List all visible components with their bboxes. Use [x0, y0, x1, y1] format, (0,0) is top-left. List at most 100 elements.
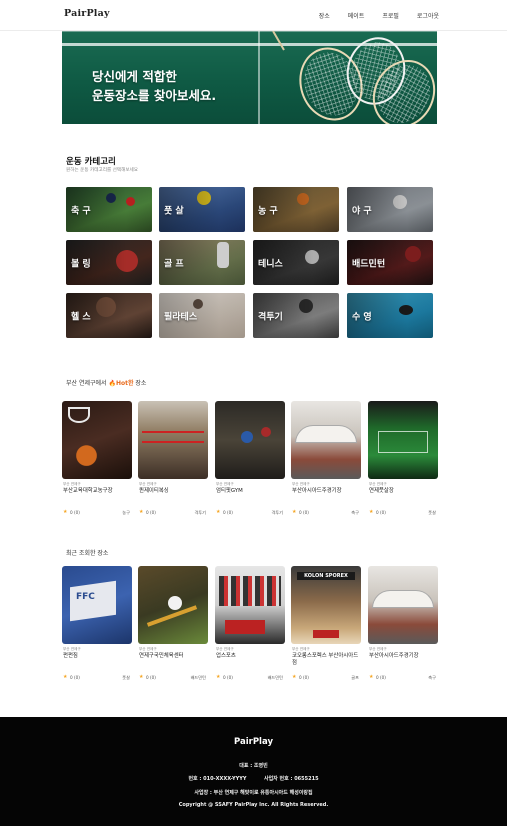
net-post — [258, 31, 260, 124]
fire-icon: 🔥 — [108, 380, 116, 387]
category-golf[interactable]: 골 프 — [159, 240, 245, 285]
place-rating: 0 (0) — [146, 510, 156, 515]
place-name: 엄티핏GYM — [216, 488, 243, 494]
hot-word: Hot한 — [115, 380, 134, 387]
place-category: 배드민턴 — [267, 675, 283, 680]
category-bowling[interactable]: 볼 링 — [66, 240, 152, 285]
category-tennis[interactable]: 테니스 — [253, 240, 339, 285]
place-category: 배드민턴 — [190, 675, 206, 680]
star-icon: ★ — [216, 674, 221, 680]
main-nav: 장소 메이트 프로필 로그아웃 — [301, 11, 439, 20]
star-icon: ★ — [63, 674, 68, 680]
place-image — [138, 401, 208, 479]
place-rating: 0 (0) — [223, 510, 233, 515]
nav-profile[interactable]: 프로필 — [382, 11, 399, 20]
category-label: 테니스 — [258, 259, 283, 269]
category-label: 필라테스 — [164, 312, 198, 322]
place-image — [368, 566, 438, 644]
nav-places[interactable]: 장소 — [319, 11, 330, 20]
place-card[interactable]: 부산 연제구 부산아시아드주경기장 ★ 0 (0) 축구 — [291, 401, 361, 519]
category-label: 농 구 — [258, 206, 278, 216]
place-category: 농구 — [122, 510, 130, 515]
place-rating: 0 (0) — [299, 510, 309, 515]
category-baseball[interactable]: 야 구 — [347, 187, 433, 232]
place-category: 격투기 — [194, 510, 206, 515]
place-category: 축구 — [351, 510, 359, 515]
star-icon: ★ — [216, 509, 221, 515]
category-gym[interactable]: 헬 스 — [66, 293, 152, 338]
hero-headline: 당신에게 적합한 운동장소를 찾아보세요. — [92, 67, 216, 105]
place-card[interactable]: KOLON SPOREX 부산 연제구 코오롱스포렉스 부산아시아드점 ★ 0 … — [291, 566, 361, 684]
place-address: 부산 연제구 — [139, 482, 157, 486]
place-name: 펀펀짐 — [63, 653, 78, 659]
footer-logo: PairPlay — [233, 737, 273, 747]
category-soccer[interactable]: 축 구 — [66, 187, 152, 232]
nav-mates[interactable]: 메이트 — [348, 11, 365, 20]
place-card[interactable]: FFC 부산 연제구 펀펀짐 ★ 0 (0) 풋살 — [62, 566, 132, 684]
place-address: 부산 연제구 — [216, 482, 234, 486]
place-rating: 0 (0) — [376, 675, 386, 680]
footer-copyright: Copyright @ SSAFY PairPlay Inc. All Righ… — [178, 802, 329, 808]
category-subtitle: 원하는 운동 카테고리를 선택해보세요 — [66, 168, 139, 173]
hero-line-2: 운동장소를 찾아보세요. — [92, 88, 217, 103]
place-image: KOLON SPOREX — [291, 566, 361, 644]
hot-prefix: 부산 연제구에서 — [66, 380, 109, 387]
category-label: 풋 살 — [164, 206, 184, 216]
place-name: 코오롱스포렉스 부산아시아드점 — [292, 653, 359, 666]
racket-handle — [272, 31, 285, 51]
category-futsal[interactable]: 풋 살 — [159, 187, 245, 232]
place-image — [62, 401, 132, 479]
place-category: 격투기 — [271, 510, 283, 515]
place-image — [368, 401, 438, 479]
hot-suffix: 장소 — [133, 380, 147, 387]
category-title: 운동 카테고리 — [66, 157, 116, 167]
category-badminton[interactable]: 배드민턴 — [347, 240, 433, 285]
place-address: 부산 연제구 — [63, 647, 81, 651]
place-rating: 0 (0) — [376, 510, 386, 515]
place-name: 연제구국민체육센터 — [139, 653, 184, 659]
category-label: 헬 스 — [71, 312, 91, 322]
place-image — [291, 401, 361, 479]
recent-section-title: 최근 조회한 장소 — [66, 550, 109, 557]
category-label: 골 프 — [164, 259, 184, 269]
category-basketball[interactable]: 농 구 — [253, 187, 339, 232]
hero-line-1: 당신에게 적합한 — [92, 69, 177, 84]
site-footer: PairPlay 대표 : 조영빈 번호 : 010-XXXX-YYYY 사업자… — [0, 717, 507, 826]
category-swimming[interactable]: 수 영 — [347, 293, 433, 338]
place-image — [138, 566, 208, 644]
place-card[interactable]: 부산 연제구 연제풋살장 ★ 0 (0) 풋살 — [368, 401, 438, 519]
place-category: 풋살 — [428, 510, 436, 515]
hero-banner: 당신에게 적합한 운동장소를 찾아보세요. — [62, 31, 437, 124]
category-label: 볼 링 — [71, 259, 91, 269]
category-pilates[interactable]: 필라테스 — [159, 293, 245, 338]
site-logo[interactable]: PairPlay — [64, 8, 110, 19]
hot-section-title: 부산 연제구에서 🔥Hot한 장소 — [66, 378, 146, 387]
place-card[interactable]: 부산 연제구 연제구국민체육센터 ★ 0 (0) 배드민턴 — [138, 566, 208, 684]
site-header: PairPlay 장소 메이트 프로필 로그아웃 — [0, 0, 507, 31]
place-card[interactable]: 부산 연제구 업스포츠 ★ 0 (0) 배드민턴 — [215, 566, 285, 684]
place-address: 부산 연제구 — [292, 647, 310, 651]
star-icon: ★ — [292, 674, 297, 680]
category-martial-arts[interactable]: 격투기 — [253, 293, 339, 338]
footer-contact: 번호 : 010-XXXX-YYYY 사업자 번호 : 0655215 — [0, 775, 507, 782]
place-image — [215, 401, 285, 479]
footer-phone: 번호 : 010-XXXX-YYYY — [188, 776, 247, 782]
place-card[interactable]: 부산 연제구 엄티핏GYM ★ 0 (0) 격투기 — [215, 401, 285, 519]
category-label: 축 구 — [71, 206, 91, 216]
footer-address: 사업장 : 부산 연제구 해맞이로 유통아시아드 해성이랑집 — [194, 790, 313, 796]
category-label: 배드민턴 — [352, 259, 386, 269]
place-category: 축구 — [428, 675, 436, 680]
star-icon: ★ — [369, 509, 374, 515]
star-icon: ★ — [63, 509, 68, 515]
place-address: 부산 연제구 — [292, 482, 310, 486]
place-address: 부산 연제구 — [369, 647, 387, 651]
place-name: 업스포츠 — [216, 653, 236, 659]
court-line — [62, 31, 437, 32]
place-rating: 0 (0) — [223, 675, 233, 680]
nav-logout[interactable]: 로그아웃 — [417, 11, 439, 20]
place-image: FFC — [62, 566, 132, 644]
category-label: 야 구 — [352, 206, 372, 216]
place-card[interactable]: 부산 연제구 부산교육대학교농구장 ★ 0 (0) 농구 — [62, 401, 132, 519]
place-card[interactable]: 부산 연제구 부산아시아드주경기장 ★ 0 (0) 축구 — [368, 566, 438, 684]
place-card[interactable]: 부산 연제구 퀸제이티복싱 ★ 0 (0) 격투기 — [138, 401, 208, 519]
